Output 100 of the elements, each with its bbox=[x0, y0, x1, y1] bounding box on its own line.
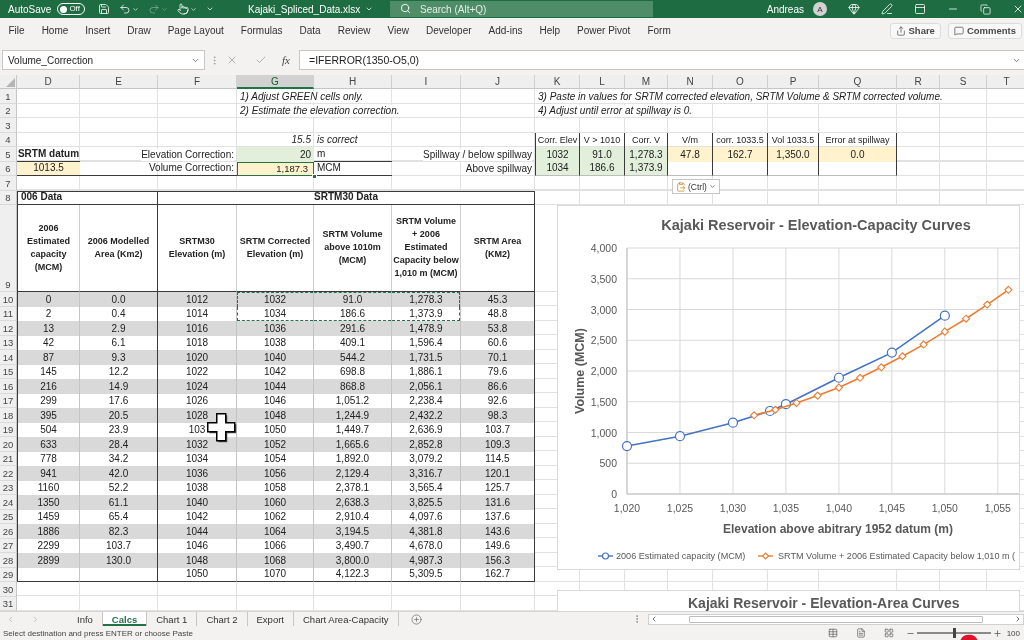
row-header[interactable]: 22 bbox=[0, 466, 17, 481]
diamond-icon[interactable] bbox=[848, 3, 860, 15]
share-button[interactable]: Share bbox=[889, 22, 941, 39]
ribbon-tab[interactable]: View bbox=[378, 18, 418, 43]
ribbon-tab[interactable]: Developer bbox=[417, 18, 481, 43]
pen-icon[interactable] bbox=[881, 3, 893, 15]
column-header[interactable]: Q bbox=[819, 75, 897, 89]
column-header[interactable]: L bbox=[580, 75, 625, 89]
table-cell: 3,800.0 bbox=[314, 553, 392, 568]
table-cell: 91.0 bbox=[314, 292, 392, 307]
row-header[interactable]: 9 bbox=[0, 205, 17, 292]
save-icon[interactable] bbox=[97, 3, 110, 15]
table-cell: 1,350.0 bbox=[768, 147, 819, 162]
cursor-highlight-icon bbox=[960, 634, 978, 640]
column-header[interactable]: S bbox=[940, 75, 987, 89]
column-header[interactable]: T bbox=[987, 75, 1024, 89]
table-cell: 1,278.3 bbox=[392, 292, 461, 307]
caret-icon[interactable] bbox=[131, 5, 139, 13]
paste-options-button[interactable]: (Ctrl) bbox=[672, 179, 720, 194]
row-header[interactable]: 5 bbox=[0, 147, 17, 162]
chevron-left-icon[interactable] bbox=[650, 615, 658, 623]
restore-icon[interactable] bbox=[980, 3, 991, 15]
ribbon-tab[interactable]: Help bbox=[530, 18, 569, 43]
document-icon[interactable] bbox=[855, 628, 866, 638]
clipboard-icon bbox=[676, 181, 686, 192]
chevron-right-icon[interactable] bbox=[1014, 615, 1022, 623]
row-header[interactable]: 12 bbox=[0, 321, 17, 336]
table-cell: 1060 bbox=[237, 495, 314, 510]
hand-icon[interactable] bbox=[176, 3, 189, 15]
diamond-point bbox=[961, 314, 971, 323]
row-header[interactable]: 30 bbox=[0, 582, 17, 597]
ribbon-tab[interactable]: Add-ins bbox=[480, 18, 531, 43]
table-cell: 156.3 bbox=[461, 553, 535, 568]
table-cell: 143.6 bbox=[461, 524, 535, 539]
close-icon[interactable] bbox=[1012, 3, 1024, 15]
row-header[interactable]: 1 bbox=[0, 89, 17, 104]
row-header[interactable]: 26 bbox=[0, 524, 17, 539]
row-header[interactable]: 20 bbox=[0, 437, 17, 452]
ribbon-tab[interactable]: Page Layout bbox=[159, 18, 233, 43]
sheet-tab[interactable]: Calcs bbox=[102, 612, 148, 626]
ribbon-tab[interactable]: Draw bbox=[118, 18, 160, 43]
check-icon[interactable] bbox=[255, 54, 267, 66]
ribbon-tab[interactable]: Data bbox=[291, 18, 330, 43]
user-avatar[interactable]: A bbox=[813, 2, 827, 16]
ribbon-tab[interactable]: Form bbox=[638, 18, 680, 43]
ribbon-tab[interactable]: Review bbox=[329, 18, 379, 43]
add-icon[interactable] bbox=[410, 613, 422, 625]
table-cell: 1056 bbox=[237, 466, 314, 481]
ribbon-tab[interactable]: File bbox=[0, 18, 34, 43]
caret-icon[interactable] bbox=[365, 5, 374, 13]
axis-tick-label: 1,040 bbox=[825, 502, 853, 514]
comments-button[interactable]: Comments bbox=[947, 22, 1022, 39]
column-header[interactable]: M bbox=[625, 75, 668, 89]
row-header[interactable]: 10 bbox=[0, 292, 17, 307]
name-box[interactable]: Volume_Correction bbox=[2, 50, 205, 70]
ribbon-tab[interactable]: Formulas bbox=[232, 18, 292, 43]
chart-title: Kajaki Reservoir - Elevation-Capacity Curves bbox=[661, 217, 971, 233]
row-header[interactable]: 3 bbox=[0, 118, 17, 133]
cross-icon[interactable] bbox=[226, 54, 238, 66]
zoom-slider-thumb[interactable] bbox=[952, 628, 956, 638]
window-panel-icon[interactable] bbox=[914, 3, 926, 15]
column-header[interactable]: J bbox=[461, 75, 535, 89]
column-header[interactable]: H bbox=[314, 75, 392, 89]
column-header[interactable]: D bbox=[17, 75, 80, 89]
column-header[interactable]: F bbox=[158, 75, 237, 89]
plus-icon[interactable] bbox=[992, 628, 1002, 638]
scrollbar-thumb[interactable] bbox=[689, 615, 983, 623]
table-icon[interactable] bbox=[827, 628, 838, 638]
column-header[interactable]: K bbox=[535, 75, 580, 89]
legend-marker-icon bbox=[757, 552, 774, 560]
search-field[interactable]: Search (Alt+Q) bbox=[390, 1, 653, 17]
diamond-point bbox=[834, 383, 844, 392]
diamond-point bbox=[813, 391, 822, 400]
ribbon-tab[interactable]: Home bbox=[33, 18, 77, 43]
column-header[interactable]: R bbox=[897, 75, 940, 89]
grid-icon[interactable] bbox=[883, 628, 894, 638]
axis-title: Volume (MCM) bbox=[573, 328, 587, 414]
column-header[interactable]: E bbox=[80, 75, 158, 89]
column-header[interactable]: P bbox=[768, 75, 819, 89]
row-header[interactable]: 7 bbox=[0, 176, 17, 191]
table-cell: 91.0 bbox=[580, 147, 625, 162]
row-header[interactable]: 28 bbox=[0, 553, 17, 568]
column-header[interactable]: N bbox=[668, 75, 713, 89]
corner-triangle-icon[interactable] bbox=[6, 78, 15, 87]
row-header[interactable]: 14 bbox=[0, 350, 17, 365]
square-handle-icon[interactable] bbox=[312, 174, 317, 179]
row-header[interactable]: 16 bbox=[0, 379, 17, 394]
row-header[interactable]: 24 bbox=[0, 495, 17, 510]
column-header[interactable]: I bbox=[392, 75, 461, 89]
column-header[interactable]: G bbox=[237, 75, 314, 89]
formula-field[interactable]: =IFERROR(1350-O5,0) bbox=[299, 50, 1024, 70]
table-cell: 45.3 bbox=[461, 292, 535, 307]
ribbon-tab[interactable]: Insert bbox=[76, 18, 119, 43]
horizontal-scrollbar[interactable] bbox=[648, 613, 1024, 625]
column-header[interactable]: O bbox=[713, 75, 768, 89]
ribbon-tab[interactable]: Power Pivot bbox=[568, 18, 639, 43]
insert-function-button[interactable]: fx bbox=[277, 50, 295, 70]
table-cell: 61.1 bbox=[80, 495, 158, 510]
undo-icon[interactable] bbox=[118, 3, 131, 15]
row-header[interactable]: 18 bbox=[0, 408, 17, 423]
